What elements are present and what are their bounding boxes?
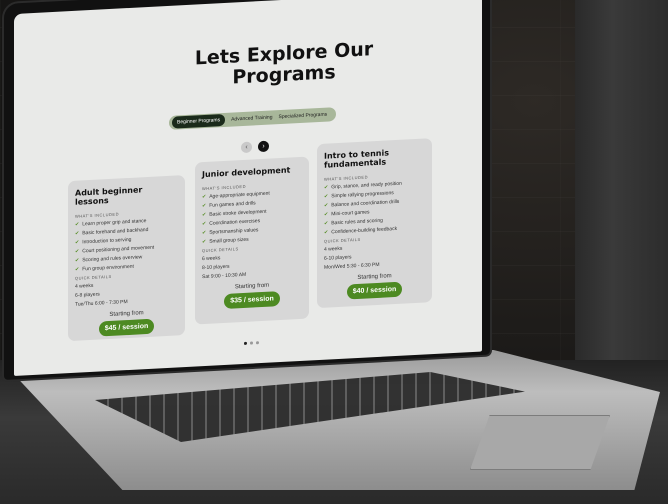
pagination-dot[interactable]: [244, 341, 247, 345]
price-button[interactable]: $40 / session: [346, 281, 403, 300]
carousel-controls: ‹ ›: [241, 140, 269, 154]
pagination-dot[interactable]: [256, 341, 259, 345]
card-title: Intro to tennis fundamentals: [324, 148, 389, 170]
starting-from-label: Starting from: [357, 273, 392, 282]
starting-from-label: Starting from: [109, 310, 144, 319]
carousel-pagination: [244, 341, 259, 345]
program-tabs: Beginner Programs Advanced Training Spec…: [169, 107, 336, 130]
check-icon: ✔: [324, 202, 329, 209]
program-card-junior-development: Junior development WHAT'S INCLUDED ✔ Age-…: [195, 156, 309, 325]
check-icon: ✔: [75, 248, 80, 255]
check-icon: ✔: [324, 220, 329, 227]
check-icon: ✔: [75, 221, 80, 228]
check-icon: ✔: [75, 239, 80, 246]
quick-details: 6 weeks 8-10 players Sat 9:00 - 10:30 AM: [202, 251, 302, 280]
pagination-dot[interactable]: [250, 341, 253, 345]
quick-details: 4 weeks 6-8 players Tue/Thu 6:00 - 7:30 …: [75, 278, 178, 308]
check-icon: ✔: [324, 193, 329, 200]
background-pillar: [575, 0, 668, 370]
laptop-screen: Lets Explore Our Programs Beginner Progr…: [14, 0, 482, 377]
check-icon: ✔: [202, 220, 207, 228]
detail-schedule: Tue/Thu 6:00 - 7:30 PM: [75, 299, 128, 308]
check-icon: ✔: [202, 238, 207, 246]
check-icon: ✔: [202, 229, 207, 237]
chevron-right-icon: ›: [262, 142, 265, 150]
card-title: Adult beginner lessons: [75, 185, 143, 207]
check-icon: ✔: [202, 193, 207, 201]
detail-schedule: Mon/Wed 5:30 - 6:30 PM: [324, 261, 380, 271]
carousel-prev-button[interactable]: ‹: [241, 141, 252, 154]
check-icon: ✔: [324, 211, 329, 218]
page-title: Lets Explore Our Programs: [194, 38, 374, 89]
program-card-adult-beginner: Adult beginner lessons WHAT'S INCLUDED ✔…: [68, 175, 185, 342]
check-icon: ✔: [202, 202, 207, 210]
check-icon: ✔: [75, 230, 80, 237]
check-icon: ✔: [324, 184, 329, 191]
included-list: ✔ Learn proper grip and stance ✔ Basic for…: [75, 216, 178, 273]
tab-specialized-programs[interactable]: Specialized Programs: [279, 112, 328, 121]
chevron-left-icon: ‹: [245, 143, 248, 151]
check-icon: ✔: [75, 266, 80, 273]
carousel-next-button[interactable]: ›: [258, 140, 269, 153]
tab-beginner-programs[interactable]: Beginner Programs: [172, 113, 226, 129]
included-list: ✔ Age-appropriate equipment ✔ Fun games an…: [202, 189, 302, 246]
check-icon: ✔: [75, 257, 80, 264]
program-card-intro-fundamentals: Intro to tennis fundamentals WHAT'S INCL…: [317, 138, 432, 309]
check-icon: ✔: [324, 229, 329, 236]
price-button[interactable]: $35 / session: [224, 291, 280, 309]
price-button[interactable]: $45 / session: [98, 318, 155, 337]
included-list: ✔ Grip, stance, and ready position ✔ Simpl…: [324, 179, 425, 236]
laptop-trackpad: [470, 415, 610, 470]
starting-from-label: Starting from: [234, 282, 270, 291]
detail-schedule: Sat 9:00 - 10:30 AM: [202, 271, 247, 281]
tab-advanced-training[interactable]: Advanced Training: [231, 114, 272, 122]
check-icon: ✔: [202, 211, 207, 219]
quick-details: 4 weeks 6-10 players Mon/Wed 5:30 - 6:30…: [324, 241, 425, 271]
card-title: Junior development: [202, 165, 291, 180]
